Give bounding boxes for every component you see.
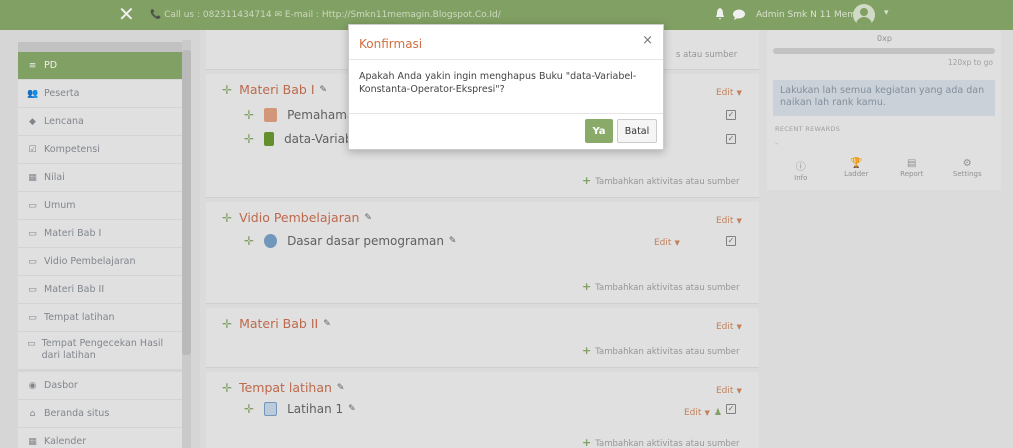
cancel-button[interactable]: Batal (617, 119, 657, 143)
confirm-yes-button[interactable]: Ya (585, 119, 613, 143)
confirm-dialog: Konfirmasi × Apakah Anda yakin ingin men… (348, 24, 664, 150)
divider (349, 113, 663, 114)
close-icon[interactable]: × (642, 33, 653, 48)
dialog-message: Apakah Anda yakin ingin menghapus Buku "… (359, 71, 637, 95)
dialog-title: Konfirmasi (359, 37, 423, 51)
divider (349, 59, 663, 60)
